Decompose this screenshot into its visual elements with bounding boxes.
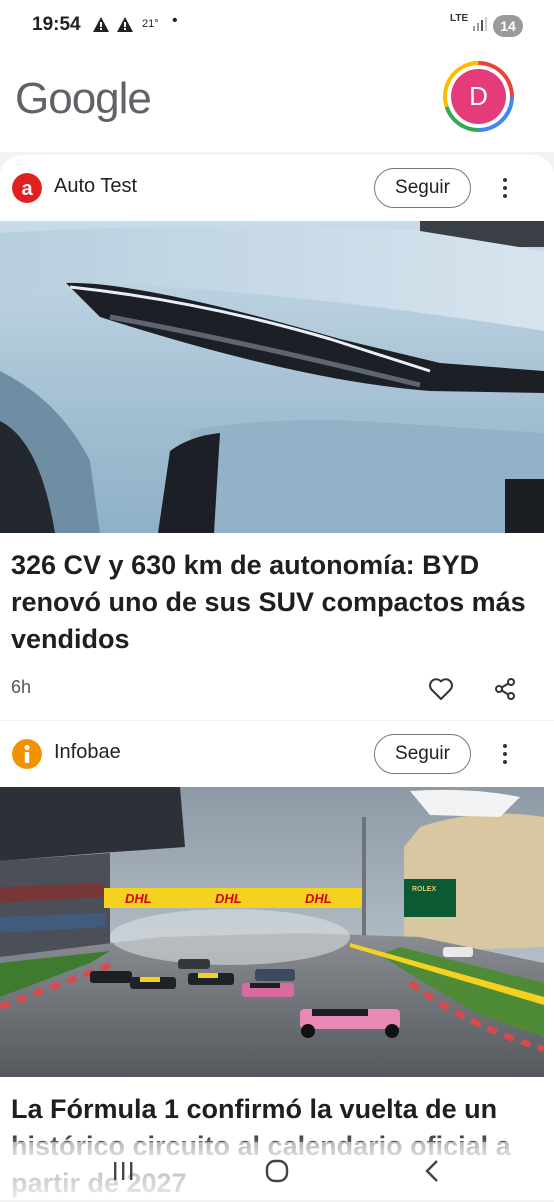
article-image[interactable]: [0, 221, 544, 533]
dhl-banner-text: DHL: [125, 891, 152, 906]
more-options-icon[interactable]: [493, 736, 517, 772]
google-logo: Google: [15, 74, 152, 123]
home-icon[interactable]: [264, 1158, 290, 1184]
status-temperature: 21°: [142, 18, 159, 30]
status-bar: 19:54 21° • LTE 14: [0, 0, 554, 52]
article-headline[interactable]: 326 CV y 630 km de autonomía: BYD renovó…: [11, 547, 531, 658]
f1-race-photo: DHL DHL DHL ROLEX: [0, 787, 544, 1077]
more-options-icon[interactable]: [493, 170, 517, 206]
article-image[interactable]: DHL DHL DHL ROLEX: [0, 787, 544, 1077]
heart-icon[interactable]: [428, 677, 454, 701]
status-dot: •: [172, 12, 178, 29]
alert-triangle-icon: [117, 17, 133, 32]
source-name[interactable]: Infobae: [54, 741, 121, 764]
battery-indicator: 14: [493, 15, 523, 37]
article-time: 6h: [11, 677, 32, 697]
avatar-border: D: [447, 65, 510, 128]
network-type: LTE: [450, 13, 469, 24]
system-nav-bar: [0, 1142, 554, 1200]
source-row: a Auto Test Seguir: [0, 155, 554, 221]
account-avatar[interactable]: D: [443, 61, 514, 132]
follow-button[interactable]: Seguir: [374, 168, 471, 208]
avatar-letter: D: [451, 69, 506, 124]
share-icon[interactable]: [494, 678, 516, 700]
follow-button[interactable]: Seguir: [374, 734, 471, 774]
dhl-banner-text: DHL: [215, 891, 242, 906]
recent-apps-icon[interactable]: [111, 1160, 135, 1182]
infobae-logo-icon: [12, 739, 42, 769]
rolex-banner-text: ROLEX: [412, 886, 436, 893]
auto-test-logo-icon: a: [12, 173, 42, 203]
signal-icon: [473, 17, 487, 31]
news-card[interactable]: a Auto Test Seguir 326 CV y 630 km de au…: [0, 155, 554, 720]
svg-text:a: a: [21, 178, 33, 200]
dhl-banner-text: DHL: [305, 891, 332, 906]
source-name[interactable]: Auto Test: [54, 175, 137, 198]
status-time: 19:54: [32, 14, 81, 35]
car-photo: [0, 221, 544, 533]
back-icon[interactable]: [422, 1159, 442, 1183]
source-row: Infobae Seguir: [0, 721, 554, 787]
alert-triangle-icon: [93, 17, 109, 32]
